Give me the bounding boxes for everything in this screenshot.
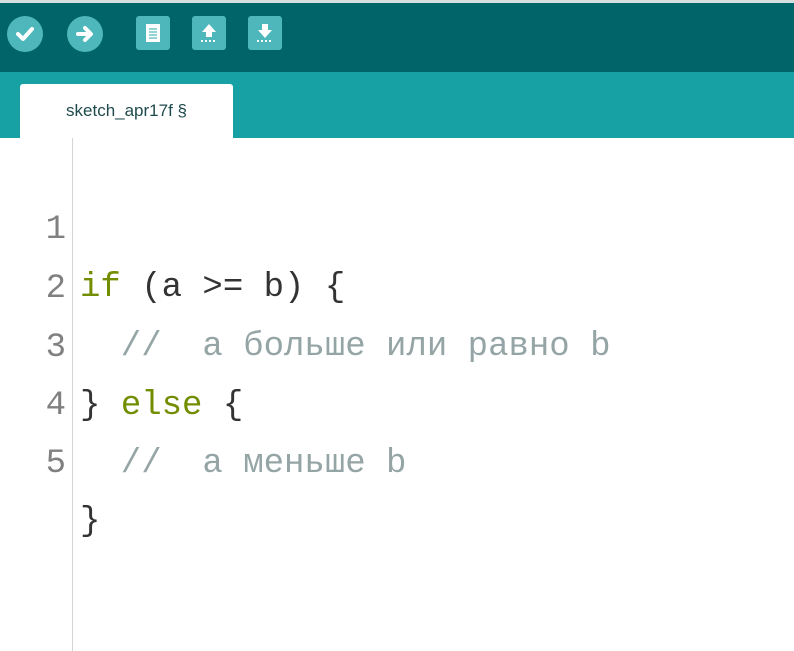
new-button[interactable] <box>136 16 170 50</box>
code-editor[interactable]: 1 if (a >= b) { 2 // а больше или равно … <box>0 138 794 651</box>
upload-button[interactable] <box>67 16 103 52</box>
tab-sketch[interactable]: sketch_apr17f § <box>20 84 233 138</box>
code-line: 5 } <box>0 377 794 541</box>
arrow-right-icon <box>76 26 93 42</box>
code-line: 1 if (a >= b) { <box>0 143 794 307</box>
toolbar <box>0 0 794 72</box>
document-icon <box>146 24 160 42</box>
code-text: } <box>80 493 100 551</box>
save-button[interactable] <box>248 16 282 50</box>
comment-token: // а меньше b <box>80 445 407 483</box>
code-line: 2 // а больше или равно b <box>0 202 794 366</box>
arrow-down-icon <box>257 24 273 42</box>
arrow-up-icon <box>201 24 217 42</box>
code-line: 3 } else { <box>0 261 794 425</box>
code-line: 4 // а меньше b <box>0 319 794 483</box>
line-number: 5 <box>45 445 66 483</box>
code-text: // а меньше b <box>80 435 407 493</box>
check-icon <box>16 27 34 41</box>
tab-bar: sketch_apr17f § <box>0 72 794 138</box>
open-button[interactable] <box>192 16 226 50</box>
code-token: } <box>80 503 101 541</box>
tab-label: sketch_apr17f § <box>66 101 187 120</box>
verify-button[interactable] <box>7 16 43 52</box>
